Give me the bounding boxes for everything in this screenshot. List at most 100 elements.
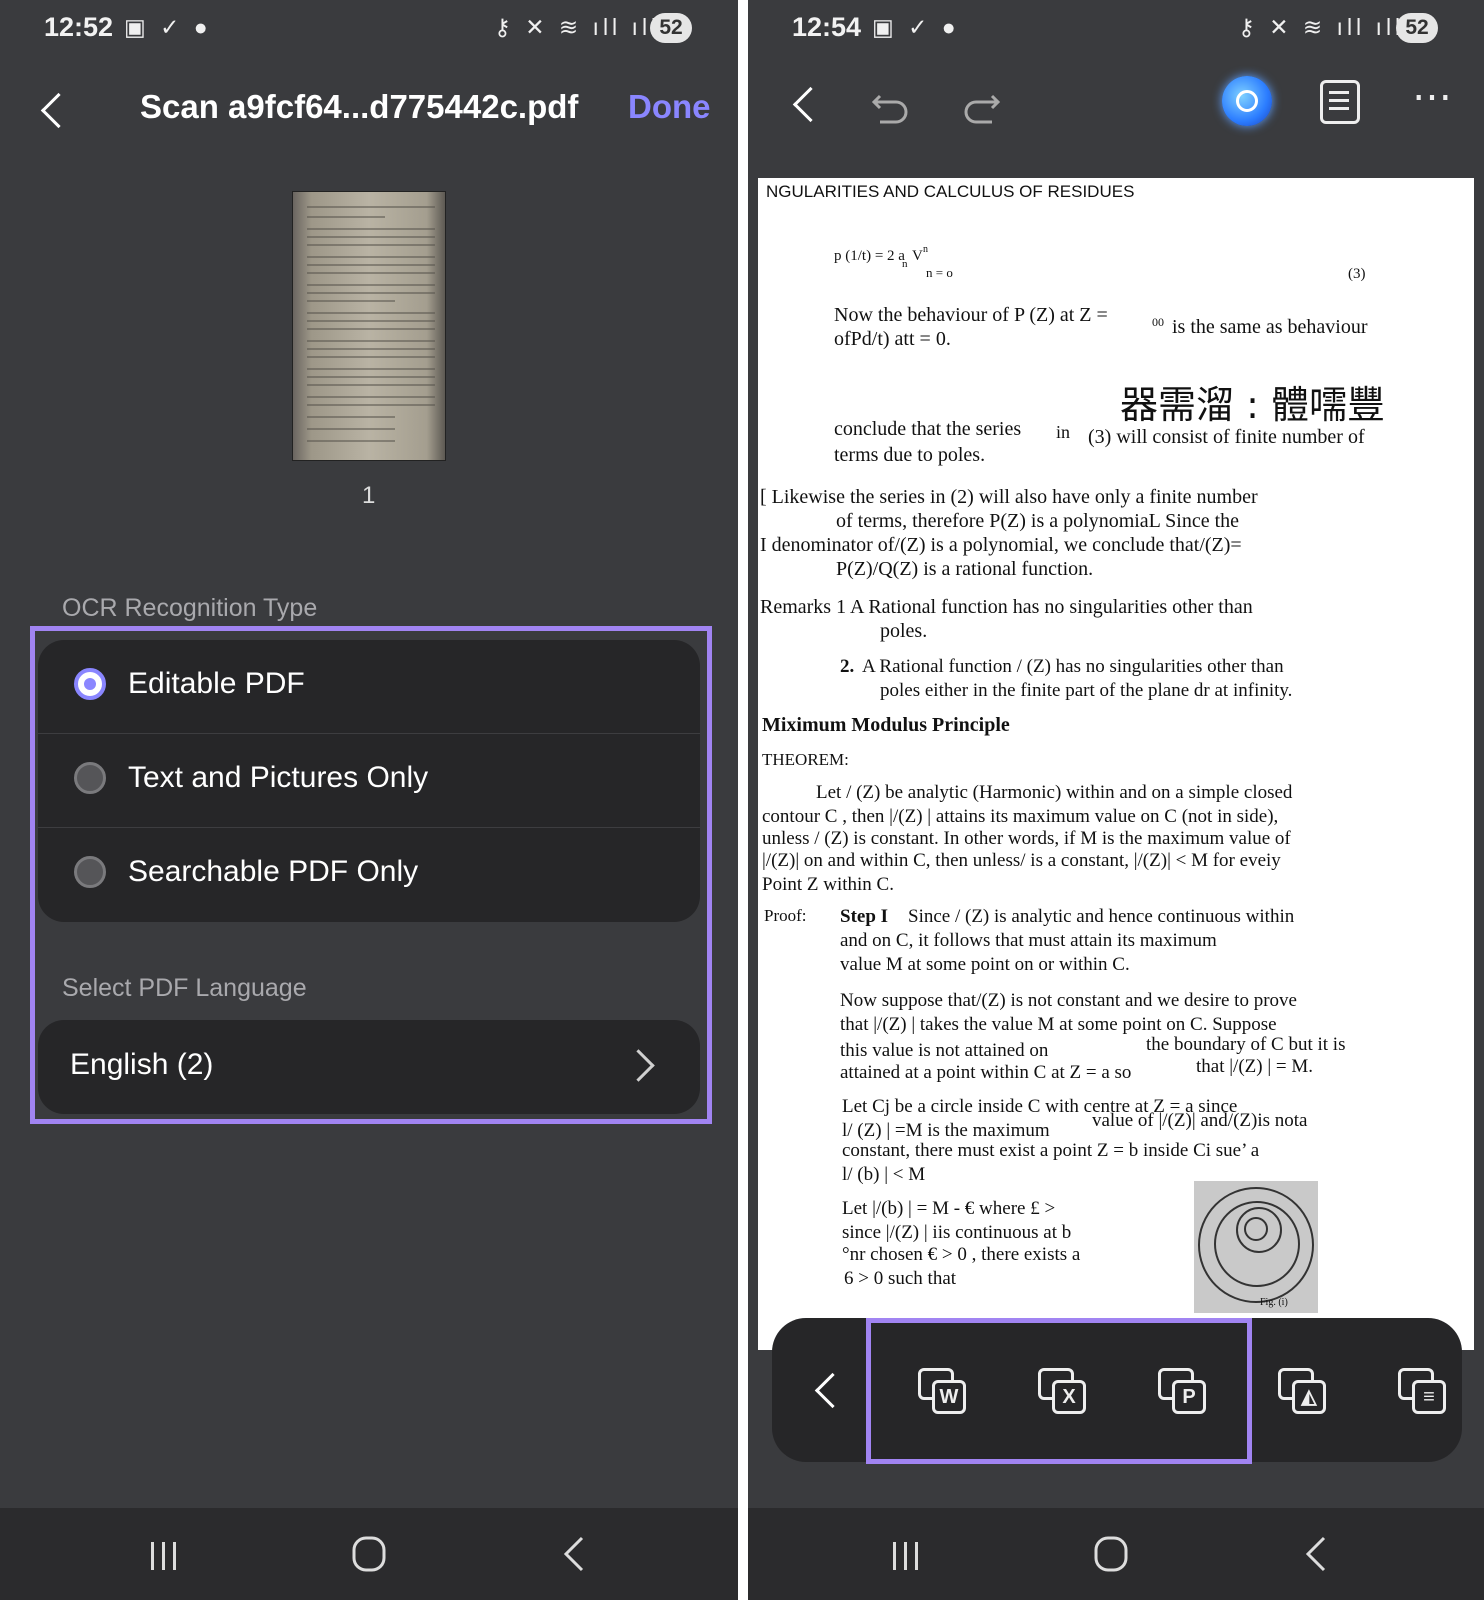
doc-line: [ Likewise the series in (2) will also h…	[760, 486, 1258, 508]
image-icon: ◭	[1292, 1380, 1326, 1414]
doc-line: THEOREM:	[762, 750, 849, 769]
doc-line: 器需溜 : 體嚅豐	[1120, 383, 1385, 427]
doc-line: ofPd/t) att = 0.	[834, 328, 951, 350]
back-arrow-icon	[792, 86, 829, 123]
convert-to-text-button[interactable]: ≡	[1398, 1368, 1446, 1414]
back-arrow-icon	[40, 92, 77, 129]
battery-icon: 52	[650, 13, 692, 43]
home-button[interactable]	[1082, 1530, 1142, 1580]
status-signal-icons: ⚷ ✕ ≋ ıll ıll	[1238, 14, 1405, 40]
doc-line: Proof:	[764, 906, 807, 925]
doc-line: Since / (Z) is analytic and hence contin…	[908, 906, 1295, 927]
status-notification-icons: ▣ ✓ ●	[124, 14, 212, 40]
system-back-button[interactable]	[1288, 1530, 1348, 1580]
doc-line: 6 > 0 such that	[844, 1268, 957, 1289]
page-thumbnail[interactable]	[293, 192, 445, 460]
doc-line: is the same as behaviour	[1172, 316, 1368, 338]
toolbar-back-button[interactable]	[808, 1368, 851, 1414]
doc-line: 2.	[840, 656, 855, 677]
recent-apps-button[interactable]	[134, 1530, 194, 1580]
right-screen: 12:54 ▣ ✓ ● ⚷ ✕ ≋ ıll ıll 52 ⋯ NGULARITI…	[748, 0, 1484, 1600]
doc-line: constant, there must exist a point Z = b…	[842, 1140, 1260, 1161]
doc-line: this value is not attained on	[840, 1040, 1049, 1061]
doc-line: |/(Z)| on and within C, then unless/ is …	[762, 850, 1281, 871]
back-button[interactable]	[782, 78, 832, 128]
doc-line: terms due to poles.	[834, 444, 986, 466]
doc-line: Miximum Modulus Principle	[762, 714, 1010, 736]
doc-line: Now suppose that/(Z) is not constant and…	[840, 990, 1297, 1011]
home-icon	[1094, 1536, 1128, 1572]
doc-line: A Rational function / (Z) has no singula…	[862, 656, 1284, 677]
doc-line: value of |/(Z)| and/(Z)is nota	[1092, 1110, 1308, 1131]
doc-line: contour C , then |/(Z) | attains its max…	[762, 806, 1279, 827]
doc-line: that |/(Z) | = M.	[1196, 1056, 1313, 1077]
doc-line: unless / (Z) is constant. In other words…	[762, 828, 1291, 849]
doc-line: n = o	[926, 265, 953, 280]
system-back-icon	[1305, 1536, 1326, 1572]
status-time: 12:54	[792, 12, 862, 42]
doc-line: the boundary of C but it is	[1146, 1034, 1346, 1055]
doc-line: since |/(Z) | iis continuous at b	[842, 1222, 1072, 1243]
doc-line: and on C, it follows that must attain it…	[840, 930, 1217, 951]
doc-line: 00	[1152, 315, 1164, 329]
more-options-button[interactable]: ⋯	[1412, 74, 1454, 120]
doc-line: poles.	[880, 620, 928, 642]
highlight-frame	[30, 626, 712, 1124]
doc-line: l/ (Z) | =M is the maximum	[842, 1120, 1050, 1141]
doc-line: n	[923, 244, 928, 255]
redo-icon	[964, 94, 1001, 124]
document-page: NGULARITIES AND CALCULUS OF RESIDUES p (…	[758, 178, 1474, 1350]
home-button[interactable]	[340, 1530, 400, 1580]
doc-line: °nr chosen € > 0 , there exists a	[842, 1244, 1081, 1265]
recent-apps-icon	[151, 1542, 176, 1570]
ai-assistant-button[interactable]	[1222, 76, 1272, 126]
doc-line: P(Z)/Q(Z) is a rational function.	[836, 558, 1094, 580]
doc-line: conclude that the series	[834, 418, 1022, 440]
doc-line: NGULARITIES AND CALCULUS OF RESIDUES	[766, 182, 1135, 201]
doc-line: (3)	[1348, 266, 1366, 282]
system-nav-bar	[0, 1508, 738, 1600]
doc-line: of terms, therefore P(Z) is a polynomiaL…	[836, 510, 1240, 532]
system-back-button[interactable]	[546, 1530, 606, 1580]
status-notification-icons: ▣ ✓ ●	[872, 14, 960, 40]
status-signal-icons: ⚷ ✕ ≋ ıll ıll	[494, 14, 661, 40]
chevron-left-icon	[814, 1372, 851, 1409]
home-icon	[352, 1536, 386, 1572]
figure-caption: Fig. (i)	[1260, 1297, 1288, 1308]
ocr-section-label: OCR Recognition Type	[62, 594, 318, 622]
doc-line: Step I	[840, 906, 889, 927]
text-icon: ≡	[1412, 1380, 1446, 1414]
status-bar: 12:54 ▣ ✓ ● ⚷ ✕ ≋ ıll ıll 52	[748, 0, 1484, 60]
doc-line: in	[1056, 422, 1071, 442]
recent-apps-button[interactable]	[876, 1530, 936, 1580]
doc-line: that |/(Z) | takes the value M at some p…	[840, 1014, 1277, 1035]
doc-line: p (1/t) = 2 a	[834, 248, 905, 264]
recent-apps-icon	[893, 1542, 918, 1570]
doc-line: Let |/(b) | = M - € where £ >	[842, 1198, 1056, 1219]
page-number: 1	[362, 482, 376, 509]
redo-button[interactable]	[958, 80, 1006, 128]
doc-line: Let / (Z) be analytic (Harmonic) within …	[816, 782, 1293, 803]
system-nav-bar	[748, 1508, 1484, 1600]
doc-line: Now the behaviour of P (Z) at Z =	[834, 304, 1108, 326]
done-button[interactable]: Done	[628, 88, 711, 126]
figure-circles-image: Fig. (i)	[1194, 1181, 1318, 1313]
left-screen: 12:52 ▣ ✓ ● ⚷ ✕ ≋ ıll ıll 52 Scan a9fcf6…	[0, 0, 738, 1600]
doc-line: Remarks 1 A Rational function has no sin…	[760, 596, 1253, 618]
doc-line: value M at some point on or within C.	[840, 954, 1130, 975]
outline-list-button[interactable]	[1320, 80, 1360, 124]
doc-line: (3) will consist of finite number of	[1088, 426, 1365, 448]
undo-icon	[871, 94, 908, 124]
doc-line: n	[902, 258, 908, 270]
doc-line: poles either in the finite part of the p…	[880, 680, 1293, 701]
doc-line: Point Z within C.	[762, 874, 894, 895]
back-button[interactable]	[30, 86, 80, 136]
document-title: Scan a9fcf64...d775442c.pdf	[140, 88, 579, 125]
doc-line: V	[912, 248, 923, 264]
doc-line: I denominator of/(Z) is a polynomial, we…	[760, 534, 1242, 556]
highlight-frame	[866, 1318, 1252, 1464]
status-bar: 12:52 ▣ ✓ ● ⚷ ✕ ≋ ıll ıll 52	[0, 0, 738, 60]
undo-button[interactable]	[866, 80, 914, 128]
convert-to-image-button[interactable]: ◭	[1278, 1368, 1326, 1414]
doc-line: l/ (b) | < M	[842, 1164, 926, 1185]
